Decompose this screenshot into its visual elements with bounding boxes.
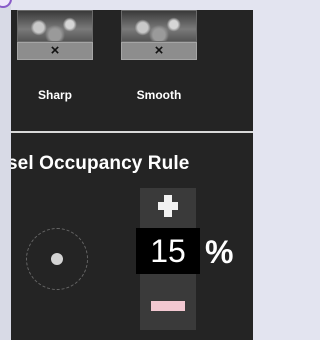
decrease-button[interactable]	[140, 288, 196, 324]
pixel-dot-icon	[51, 253, 63, 265]
thumbnail-sharp[interactable]: ×	[17, 10, 93, 70]
section-title: sel Occupancy Rule	[11, 153, 190, 174]
sharp-close-button[interactable]: ×	[17, 42, 93, 60]
thumbnail-smooth[interactable]: ×	[121, 10, 197, 70]
close-icon: ×	[50, 42, 60, 59]
percent-unit-label: %	[205, 234, 234, 270]
sharp-preview-image	[17, 10, 93, 42]
thumbnail-label-sharp: Sharp	[37, 88, 72, 102]
occupancy-value-field[interactable]: 15	[136, 228, 200, 274]
increase-button[interactable]	[140, 188, 196, 224]
smooth-close-button[interactable]: ×	[121, 42, 197, 60]
occupancy-stepper[interactable]: 15	[136, 188, 200, 330]
thumbnail-label-smooth: Smooth	[136, 88, 182, 102]
close-icon: ×	[154, 42, 164, 59]
left-margin	[0, 0, 11, 340]
smooth-preview-image	[121, 10, 197, 42]
plus-icon-stem	[164, 195, 172, 217]
section-divider	[11, 131, 253, 133]
settings-panel: × Sharp × Smooth sel Occupancy Rule 15 %	[11, 10, 253, 340]
minus-icon	[151, 301, 185, 311]
